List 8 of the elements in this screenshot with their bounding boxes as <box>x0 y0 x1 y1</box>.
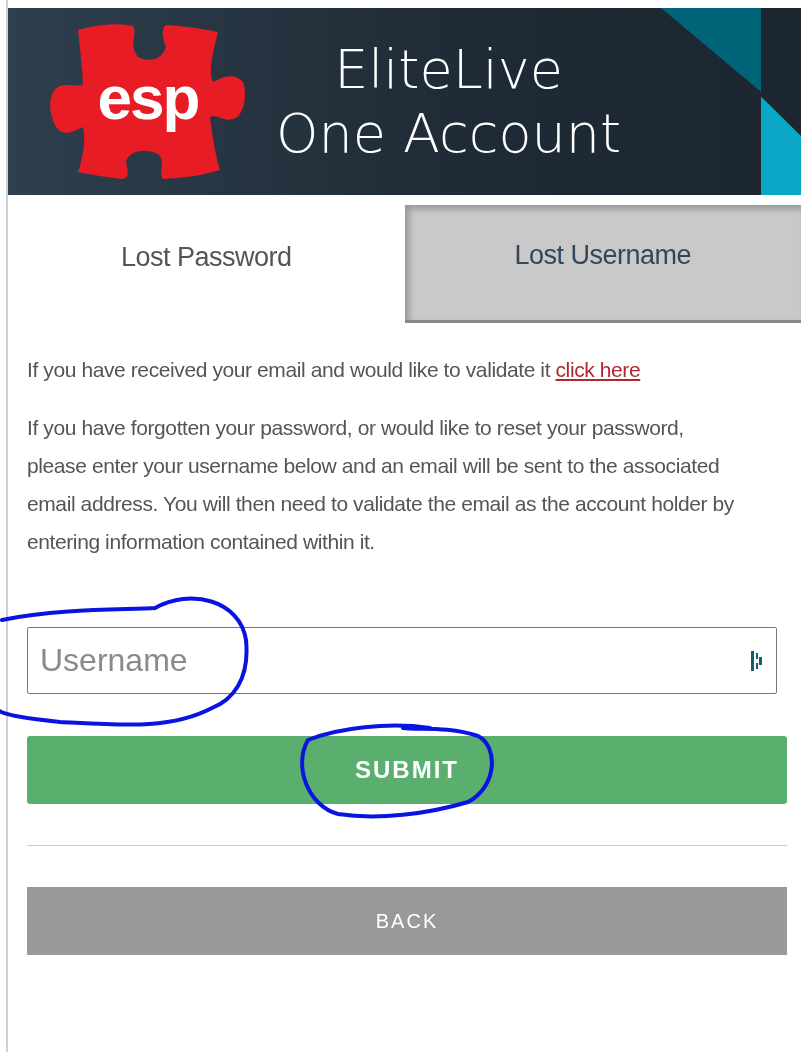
username-field[interactable]: Username <box>27 627 777 694</box>
password-manager-icon[interactable] <box>751 651 763 671</box>
click-here-link[interactable]: click here <box>555 358 641 381</box>
banner-title: One Account <box>276 101 622 166</box>
tab[interactable]: Lost Username <box>404 205 801 323</box>
banner-title: EliteLive <box>334 37 563 102</box>
intro-text: If you have received your email and would like to validate it click here <box>27 357 642 383</box>
description-text: If you have forgotten your password, or would like to reset your password, please enter your username below and an email will be sent to the associated email address. You will then need to validate the email as the account holder by entering information contained within it. <box>27 415 735 555</box>
